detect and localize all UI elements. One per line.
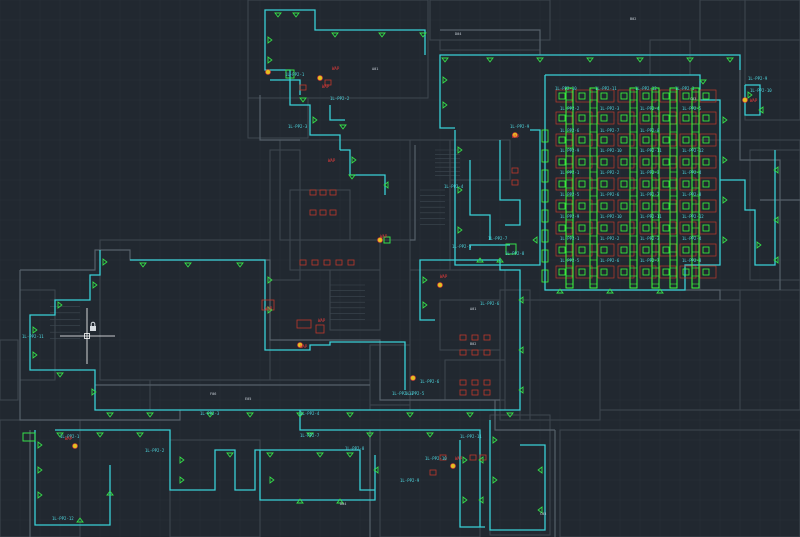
room-note-label: B02 [470, 342, 476, 346]
cable-tag-label: 1L-PP2-2 [600, 170, 620, 175]
cable-tag-label: 1L-PP2-7 [300, 433, 320, 438]
room-note-label: B02 [630, 17, 636, 21]
cable-tag-label: 1L-PP2-3 [200, 411, 220, 416]
cable-tag-label: 1L-PP2-6 [600, 258, 620, 263]
cable-tag-label: 1L-PP2-10 [750, 88, 772, 93]
cable-tag-label: 1L-PP2-1 [560, 170, 580, 175]
cable-tag-label: 1L-PP2-11 [640, 214, 662, 219]
wap-note-label: WAP [318, 318, 326, 323]
wap-note-label: WAP [265, 306, 273, 311]
cable-tag-label: 1L-PP2-2 [330, 96, 350, 101]
cable-tag-label: 1L-PP2-5 [560, 192, 580, 197]
cable-tag-label: 1L-PP2-1 [560, 236, 580, 241]
cable-tag-label: 1L-PP2-8 [682, 258, 702, 263]
room-note-label: C03 [690, 97, 696, 101]
room-note-label: F06 [210, 392, 216, 396]
room-note-label: A01 [470, 307, 476, 311]
cable-tag-label: 1L-PP2-9 [560, 148, 580, 153]
cable-tag-label: 1L-PP2-12 [392, 391, 414, 396]
cable-tag-label: 1L-PP2-7 [640, 192, 660, 197]
cable-tag-label: 1L-PP2-5 [560, 258, 580, 263]
cad-drawing-canvas[interactable]: 1L-PP2-1 1L-PP2-2 1L-PP2-3 1L-PP2-4 1L-PP2-5… [0, 0, 800, 537]
cable-tag-label: 1L-PP2-4 [640, 106, 660, 111]
wap-note-label: WAP [512, 134, 520, 139]
cable-tag-label: 1L-PP2-7 [488, 236, 508, 241]
cable-tag-label: 1L-PP2-9 [560, 214, 580, 219]
wap-note-label: WAP [380, 234, 388, 239]
cable-tag-label: 1L-PP2-10 [600, 214, 622, 219]
cable-tag-label: 1L-PP2-9 [748, 76, 768, 81]
cable-tag-label: 1L-PP2-5 [452, 244, 472, 249]
access-point-icon [72, 443, 78, 449]
wap-note-label: WAP [455, 456, 463, 461]
cable-tag-label: 1L-PP2-6 [560, 128, 580, 133]
cable-tag-label: 1L-PP2-11 [460, 434, 482, 439]
wap-note-label: WAP [332, 66, 340, 71]
cable-tag-label: 1L-PP2-12 [682, 214, 704, 219]
room-note-label: C03 [540, 512, 546, 516]
wap-note-label: WAP [300, 344, 308, 349]
access-point-icon [410, 375, 416, 381]
access-point-icon [265, 69, 271, 75]
cable-tag-label: 1L-PP2-8 [345, 446, 365, 451]
cable-tag-label: 1L-PP2-6 [600, 192, 620, 197]
cable-tag-label: 1L-PP2-1 [285, 72, 305, 77]
access-point-icon [437, 282, 443, 288]
access-point-icon [317, 75, 323, 81]
cable-tag-label: 1L-PP2-3 [640, 170, 660, 175]
cable-tag-label: 1L-PP2-6 [480, 301, 500, 306]
cable-tag-label: 1L-PP2-11 [595, 86, 617, 91]
cable-tag-label: 1L-PP2-4 [682, 170, 702, 175]
cable-tag-label: 1L-PP2-3 [288, 124, 308, 129]
cable-tag-label: 1L-PP2-2 [145, 448, 165, 453]
cable-tag-label: 1L-PP2-1 [675, 86, 695, 91]
cable-tag-label: 1L-PP2-3 [640, 236, 660, 241]
cable-tag-label: 1L-PP2-10 [425, 456, 447, 461]
room-note-label: A01 [372, 67, 378, 71]
cable-tag-label: 1L-PP2-4 [682, 236, 702, 241]
wap-note-label: WAP [322, 84, 330, 89]
cable-tag-label: 1L-PP2-12 [52, 516, 74, 521]
cable-tag-label: 1L-PP2-9 [510, 124, 530, 129]
cable-tag-label: 1L-PP2-7 [600, 128, 620, 133]
access-point-icon [742, 97, 748, 103]
cable-tag-label: 1L-PP2-8 [640, 128, 660, 133]
cable-tag-label: 1L-PP2-12 [635, 86, 657, 91]
access-point-icon [450, 463, 456, 469]
cable-tag-label: 1L-PP2-3 [600, 106, 620, 111]
wap-note-label: WAP [750, 98, 758, 103]
cable-tag-label: 1L-PP2-8 [682, 192, 702, 197]
cable-tag-label: 1L-PP2-6 [420, 379, 440, 384]
room-note-label: D04 [340, 502, 346, 506]
cable-tag-label: 1L-PP2-10 [600, 148, 622, 153]
cable-tag-label: 1L-PP2-8 [505, 251, 525, 256]
cable-tag-label: 1L-PP2-2 [560, 106, 580, 111]
cable-tag-label: 1L-PP2-7 [640, 258, 660, 263]
cable-tag-label: 1L-PP2-9 [400, 478, 420, 483]
room-note-label: E05 [245, 397, 251, 401]
cable-tag-label: 1L-PP2-2 [600, 236, 620, 241]
cable-tag-label: 1L-PP2-11 [640, 148, 662, 153]
cable-tag-label: 1L-PP2-5 [682, 106, 702, 111]
cable-tag-label: 1L-PP2-4 [300, 411, 320, 416]
wap-note-label: WAP [328, 158, 336, 163]
cable-tag-label: 1L-PP2-4 [444, 184, 464, 189]
cable-tag-label: 1L-PP2-10 [555, 86, 577, 91]
room-note-label: D04 [455, 32, 461, 36]
cable-tag-label: 1L-PP2-11 [22, 334, 44, 339]
wap-note-label: WAP [440, 274, 448, 279]
wap-note-label: WAP [65, 436, 73, 441]
cable-tag-label: 1L-PP2-12 [682, 148, 704, 153]
